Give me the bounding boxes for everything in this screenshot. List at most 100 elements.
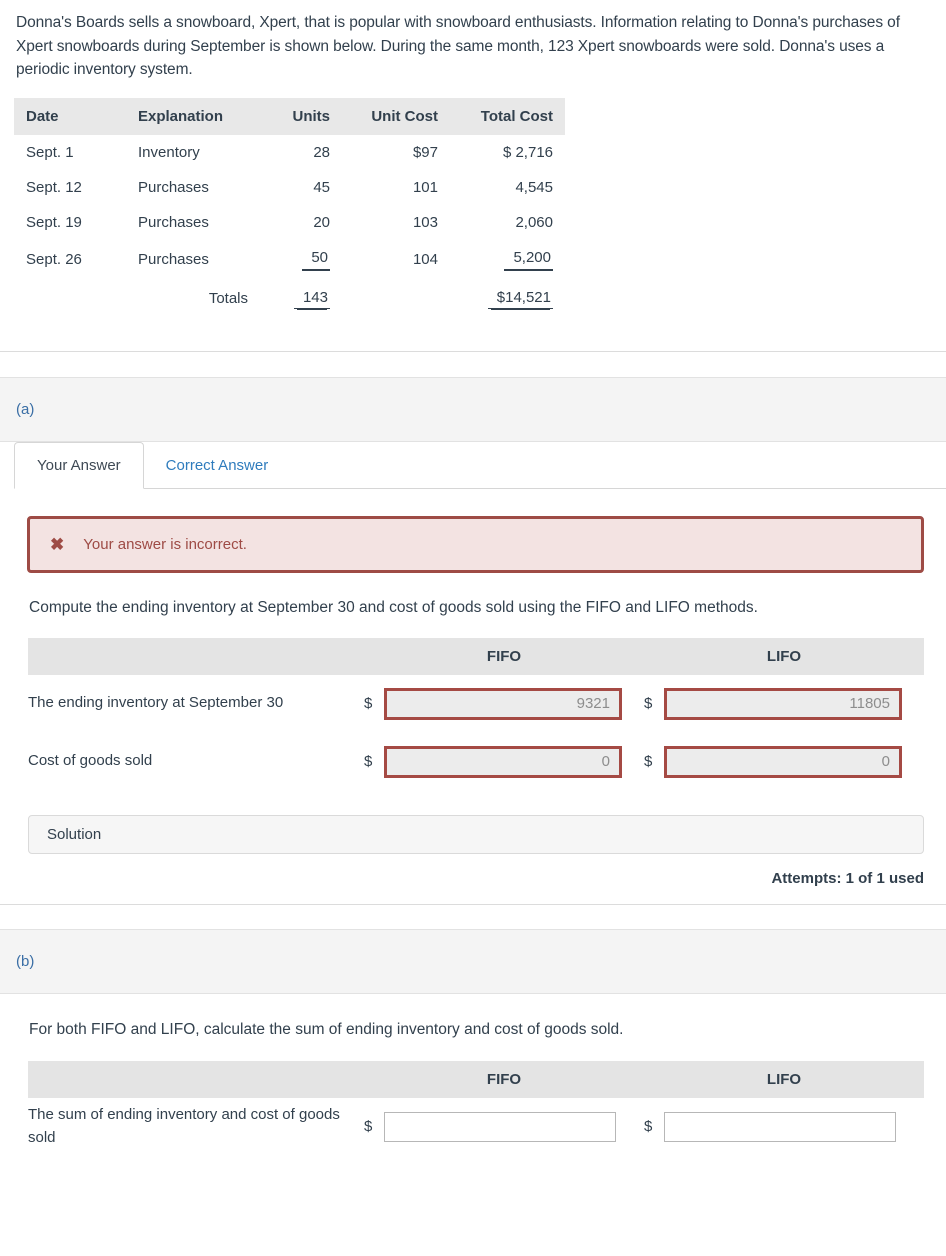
cogs-lifo-input[interactable] [664, 745, 902, 778]
cell-total-cost-value: 5,200 [504, 249, 553, 271]
part-b-question: For both FIFO and LIFO, calculate the su… [29, 1020, 624, 1038]
answer-row-ending-inventory: The ending inventory at September 30 $ $ [28, 675, 924, 733]
answer-row-label: The sum of ending inventory and cost of … [28, 1106, 340, 1146]
part-b-answer-table-container: FIFO LIFO The sum of ending inventory an… [0, 1039, 946, 1156]
part-a-label: (a) [16, 400, 35, 418]
cell-totals-total-cost: $14,521 [448, 280, 565, 318]
cell-date: Sept. 26 [26, 251, 82, 269]
tab-your-answer[interactable]: Your Answer [14, 441, 144, 489]
currency-symbol: $ [364, 753, 373, 771]
column-header-unit-cost: Unit Cost [340, 97, 448, 135]
tab-correct-answer[interactable]: Correct Answer [144, 442, 291, 489]
cell-units: 28 [313, 143, 330, 161]
answer-cell-fifo: $ [364, 1098, 644, 1156]
answer-cell-lifo: $ [644, 1098, 924, 1156]
answer-header-row: FIFO LIFO [28, 1060, 924, 1098]
answer-cell-fifo: $ [364, 675, 644, 733]
cell-totals-label: Totals [208, 290, 248, 308]
cell-explanation: Purchases [138, 178, 209, 196]
answer-cell-fifo: $ [364, 733, 644, 791]
table-row: Sept. 1 Inventory 28 $97 $ 2,716 [14, 135, 565, 170]
column-header-total-cost: Total Cost [448, 97, 565, 135]
solution-button[interactable]: Solution [28, 814, 924, 854]
cell-unit-cost: 104 [412, 251, 438, 269]
cell-totals-units-value: 143 [293, 289, 330, 309]
cell-units: 20 [313, 213, 330, 231]
intro-paragraph: Donna's Boards sells a snowboard, Xpert,… [16, 14, 900, 79]
answer-header-fifo: FIFO [364, 637, 644, 675]
cell-date: Sept. 1 [26, 143, 74, 161]
answer-cell-lifo: $ [644, 733, 924, 791]
answer-row-cogs: Cost of goods sold $ $ [28, 733, 924, 791]
cell-totals-total-cost-value: $14,521 [487, 289, 553, 309]
cell-explanation: Inventory [138, 143, 200, 161]
cell-total-cost: 2,060 [515, 213, 553, 231]
part-a-question: Compute the ending inventory at Septembe… [29, 598, 758, 616]
cell-date-empty [14, 280, 128, 318]
cell-explanation: Purchases [138, 251, 209, 269]
table-row: Sept. 26 Purchases 50 104 5,200 [14, 240, 565, 280]
sum-fifo-input[interactable] [384, 1111, 616, 1142]
sum-lifo-input[interactable] [664, 1111, 896, 1142]
cell-totals-unit-cost [340, 280, 448, 318]
answer-cell-lifo: $ [644, 675, 924, 733]
cell-explanation: Purchases [138, 213, 209, 231]
totals-row: Totals 143 $14,521 [14, 280, 565, 318]
x-mark-icon: ✖ [50, 534, 65, 554]
part-a-answer-table: FIFO LIFO The ending inventory at Septem… [28, 637, 924, 791]
cell-totals-units: 143 [258, 280, 340, 318]
answer-tabs: Your Answer Correct Answer [14, 441, 946, 489]
cogs-fifo-input[interactable] [384, 745, 622, 778]
cell-unit-cost: 101 [412, 178, 438, 196]
answer-row-label: The ending inventory at September 30 [28, 694, 284, 712]
part-a-answer-table-container: FIFO LIFO The ending inventory at Septem… [0, 617, 946, 791]
incorrect-answer-alert: ✖ Your answer is incorrect. [27, 515, 924, 573]
answer-header-row: FIFO LIFO [28, 637, 924, 675]
purchases-table-container: Date Explanation Units Unit Cost Total C… [0, 82, 946, 318]
answer-header-blank [28, 637, 364, 675]
part-a-band: (a) [0, 376, 946, 442]
answer-row-label: Cost of goods sold [28, 752, 153, 770]
purchases-table: Date Explanation Units Unit Cost Total C… [14, 97, 565, 318]
column-header-units: Units [258, 97, 340, 135]
cell-unit-cost: 103 [412, 213, 438, 231]
cell-unit-cost: $97 [412, 143, 438, 161]
tab-correct-answer-label: Correct Answer [165, 456, 269, 474]
tab-your-answer-label: Your Answer [37, 456, 121, 474]
part-b-label: (b) [16, 952, 35, 970]
purchases-header-row: Date Explanation Units Unit Cost Total C… [14, 97, 565, 135]
cell-units-value: 50 [302, 249, 330, 271]
cell-date: Sept. 12 [26, 178, 82, 196]
column-header-explanation: Explanation [128, 97, 258, 135]
cell-total-cost: 5,200 [448, 240, 565, 280]
table-row: Sept. 12 Purchases 45 101 4,545 [14, 170, 565, 205]
answer-row-sum: The sum of ending inventory and cost of … [28, 1098, 924, 1156]
currency-symbol: $ [364, 695, 373, 713]
part-b-band: (b) [0, 928, 946, 994]
currency-symbol: $ [644, 695, 653, 713]
currency-symbol: $ [644, 1118, 653, 1136]
cell-date: Sept. 19 [26, 213, 82, 231]
ending-inventory-fifo-input[interactable] [384, 687, 622, 720]
answer-header-lifo: LIFO [644, 637, 924, 675]
cell-total-cost: $ 2,716 [502, 143, 553, 161]
answer-header-fifo: FIFO [364, 1060, 644, 1098]
answer-header-blank [28, 1060, 364, 1098]
ending-inventory-lifo-input[interactable] [664, 687, 902, 720]
alert-message: Your answer is incorrect. [83, 535, 247, 553]
cell-units: 50 [258, 240, 340, 280]
column-header-date: Date [14, 97, 128, 135]
table-row: Sept. 19 Purchases 20 103 2,060 [14, 205, 565, 240]
part-b-answer-table: FIFO LIFO The sum of ending inventory an… [28, 1060, 924, 1156]
currency-symbol: $ [644, 753, 653, 771]
cell-units: 45 [313, 178, 330, 196]
attempts-status: Attempts: 1 of 1 used [771, 869, 924, 887]
currency-symbol: $ [364, 1118, 373, 1136]
solution-label: Solution [47, 825, 102, 843]
answer-header-lifo: LIFO [644, 1060, 924, 1098]
cell-total-cost: 4,545 [515, 178, 553, 196]
